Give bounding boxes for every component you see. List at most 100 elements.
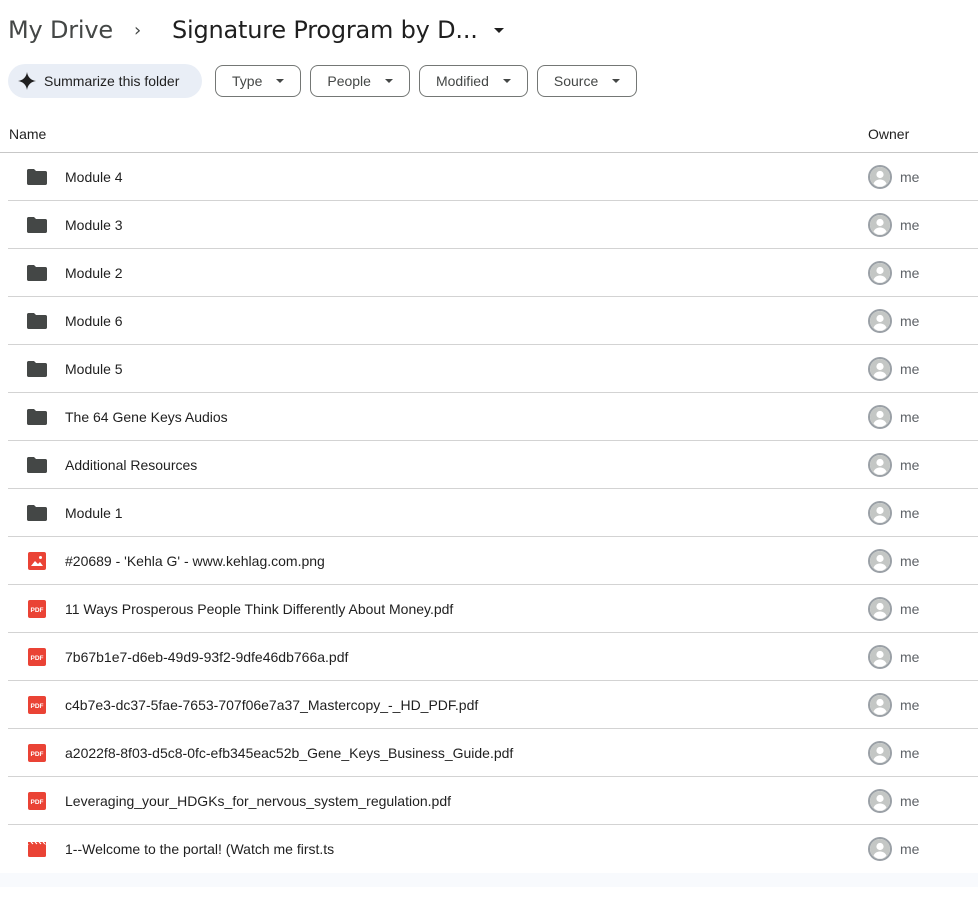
file-name: a2022f8-8f03-d5c8-0fc-efb345eac52b_Gene_… bbox=[65, 745, 514, 761]
svg-text:PDF: PDF bbox=[31, 751, 44, 758]
owner-name: me bbox=[900, 601, 920, 617]
folder-icon bbox=[26, 311, 48, 331]
caret-down-icon bbox=[612, 79, 621, 83]
breadcrumb-separator-icon: › bbox=[133, 19, 142, 41]
owner-name: me bbox=[900, 793, 920, 809]
svg-text:PDF: PDF bbox=[31, 655, 44, 662]
folder-icon bbox=[26, 215, 48, 235]
file-row[interactable]: 1--Welcome to the portal! (Watch me firs… bbox=[8, 825, 978, 873]
pdf-file-icon: PDF bbox=[26, 599, 48, 619]
folder-icon bbox=[26, 407, 48, 427]
caret-down-icon bbox=[493, 27, 504, 33]
caret-down-icon bbox=[276, 79, 285, 83]
filter-chip-label: Source bbox=[553, 73, 599, 89]
pdf-file-icon: PDF bbox=[26, 647, 48, 667]
file-list: Module 4 me Module 3 me Module 2 me Module 6 me… bbox=[8, 153, 978, 873]
folder-icon bbox=[26, 359, 48, 379]
summarize-folder-label: Summarize this folder bbox=[44, 73, 180, 89]
caret-down-icon bbox=[384, 79, 393, 83]
account-avatar-icon bbox=[868, 453, 892, 477]
owner-name: me bbox=[900, 505, 920, 521]
video-file-icon bbox=[26, 839, 48, 859]
account-avatar-icon bbox=[868, 309, 892, 333]
account-avatar-icon bbox=[868, 837, 892, 861]
pdf-file-icon: PDF bbox=[26, 695, 48, 715]
file-name: #20689 - 'Kehla G' - www.kehlag.com.png bbox=[65, 553, 325, 569]
svg-text:PDF: PDF bbox=[31, 703, 44, 710]
account-avatar-icon bbox=[868, 165, 892, 189]
account-avatar-icon bbox=[868, 789, 892, 813]
breadcrumb-my-drive[interactable]: My Drive bbox=[8, 16, 113, 44]
breadcrumb-current-folder[interactable]: Signature Program by D... bbox=[172, 16, 504, 44]
account-avatar-icon bbox=[868, 645, 892, 669]
filter-chip-label: Type bbox=[232, 73, 263, 89]
account-avatar-icon bbox=[868, 693, 892, 717]
svg-text:PDF: PDF bbox=[31, 799, 44, 806]
file-row[interactable]: PDF Leveraging_your_HDGKs_for_nervous_sys… bbox=[8, 777, 978, 825]
owner-name: me bbox=[900, 841, 920, 857]
folder-icon bbox=[26, 503, 48, 523]
pdf-file-icon: PDF bbox=[26, 743, 48, 763]
file-name: 7b67b1e7-d6eb-49d9-93f2-9dfe46db766a.pdf bbox=[65, 649, 349, 665]
pdf-file-icon: PDF bbox=[26, 791, 48, 811]
file-row[interactable]: Module 6 me bbox=[8, 297, 978, 345]
owner-name: me bbox=[900, 169, 920, 185]
file-row[interactable]: PDF a2022f8-8f03-d5c8-0fc-efb345eac52b_Ge… bbox=[8, 729, 978, 777]
file-row[interactable]: Module 4 me bbox=[8, 153, 978, 201]
account-avatar-icon bbox=[868, 549, 892, 573]
file-name: Module 6 bbox=[65, 313, 123, 329]
file-row[interactable]: Module 3 me bbox=[8, 201, 978, 249]
filter-chip-label: Modified bbox=[435, 73, 489, 89]
column-header-owner[interactable]: Owner bbox=[868, 126, 909, 142]
summarize-folder-button[interactable]: Summarize this folder bbox=[8, 64, 202, 98]
filter-chip-source[interactable]: Source bbox=[536, 65, 638, 97]
current-folder-title: Signature Program by D... bbox=[171, 16, 478, 44]
folder-icon bbox=[26, 263, 48, 283]
filter-chip-label: People bbox=[327, 73, 371, 89]
file-name: c4b7e3-dc37-5fae-7653-707f06e7a37_Master… bbox=[65, 697, 479, 713]
file-name: Leveraging_your_HDGKs_for_nervous_system… bbox=[65, 793, 451, 809]
list-footer bbox=[0, 873, 978, 887]
account-avatar-icon bbox=[868, 357, 892, 381]
filter-chip-people[interactable]: People bbox=[310, 65, 410, 97]
file-name: Module 2 bbox=[65, 265, 123, 281]
filter-chip-modified[interactable]: Modified bbox=[418, 65, 528, 97]
column-header-name[interactable]: Name bbox=[9, 126, 46, 142]
file-row[interactable]: Module 2 me bbox=[8, 249, 978, 297]
breadcrumb: My Drive › Signature Program by D... bbox=[8, 12, 504, 48]
file-name: Module 4 bbox=[65, 169, 123, 185]
account-avatar-icon bbox=[868, 597, 892, 621]
file-name: Module 5 bbox=[65, 361, 123, 377]
file-name: Module 3 bbox=[65, 217, 123, 233]
file-row[interactable]: Additional Resources me bbox=[8, 441, 978, 489]
owner-name: me bbox=[900, 265, 920, 281]
owner-name: me bbox=[900, 697, 920, 713]
file-row[interactable]: The 64 Gene Keys Audios me bbox=[8, 393, 978, 441]
owner-name: me bbox=[900, 649, 920, 665]
owner-name: me bbox=[900, 313, 920, 329]
file-row[interactable]: PDF c4b7e3-dc37-5fae-7653-707f06e7a37_Mas… bbox=[8, 681, 978, 729]
owner-name: me bbox=[900, 409, 920, 425]
file-row[interactable]: PDF 11 Ways Prosperous People Think Diffe… bbox=[8, 585, 978, 633]
file-name: Additional Resources bbox=[65, 457, 198, 473]
owner-name: me bbox=[900, 745, 920, 761]
account-avatar-icon bbox=[868, 213, 892, 237]
filter-bar: Summarize this folder Type People Modifi… bbox=[8, 64, 646, 98]
file-list-header: Name Owner bbox=[0, 113, 978, 153]
file-name: 1--Welcome to the portal! (Watch me firs… bbox=[65, 841, 335, 857]
account-avatar-icon bbox=[868, 501, 892, 525]
filter-chip-type[interactable]: Type bbox=[215, 65, 302, 97]
owner-name: me bbox=[900, 361, 920, 377]
svg-text:PDF: PDF bbox=[31, 607, 44, 614]
file-row[interactable]: Module 5 me bbox=[8, 345, 978, 393]
account-avatar-icon bbox=[868, 405, 892, 429]
file-row[interactable]: Module 1 me bbox=[8, 489, 978, 537]
image-file-icon bbox=[26, 551, 48, 571]
file-row[interactable]: #20689 - 'Kehla G' - www.kehlag.com.png m… bbox=[8, 537, 978, 585]
owner-name: me bbox=[900, 217, 920, 233]
owner-name: me bbox=[900, 553, 920, 569]
file-name: 11 Ways Prosperous People Think Differen… bbox=[65, 601, 454, 617]
sparkle-icon bbox=[18, 72, 36, 90]
file-row[interactable]: PDF 7b67b1e7-d6eb-49d9-93f2-9dfe46db766a.… bbox=[8, 633, 978, 681]
file-name: Module 1 bbox=[65, 505, 123, 521]
